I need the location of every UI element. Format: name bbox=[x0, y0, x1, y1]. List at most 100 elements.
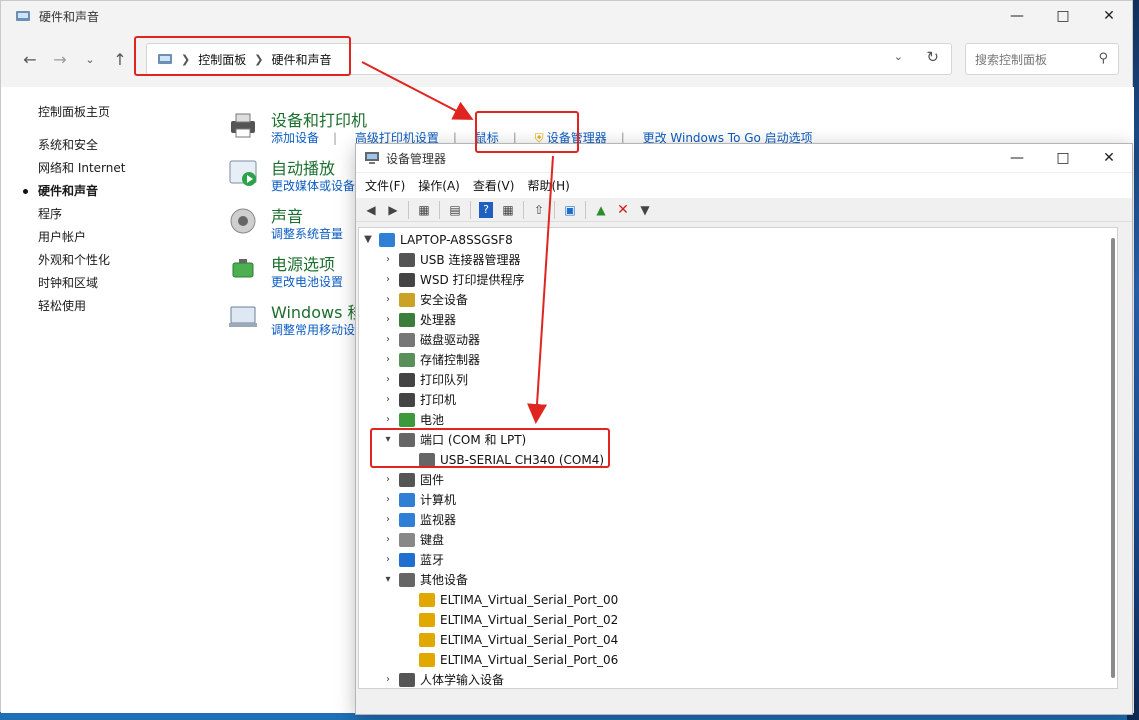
nav-user-accounts[interactable]: 用户帐户 bbox=[21, 226, 201, 249]
chevron-right-icon[interactable]: › bbox=[381, 510, 395, 530]
menu-action[interactable]: 操作(A) bbox=[415, 177, 470, 194]
tree-category[interactable]: › 计算机 bbox=[381, 490, 456, 510]
tree-category[interactable]: ▾ 其他设备 bbox=[381, 570, 468, 590]
tree-category[interactable]: › 固件 bbox=[381, 470, 444, 490]
back-arrow-icon[interactable]: ← bbox=[15, 44, 45, 74]
tree-device[interactable]: ELTIMA_Virtual_Serial_Port_02 bbox=[415, 610, 618, 630]
scan-hardware-icon[interactable]: ▣ bbox=[559, 200, 581, 220]
back-arrow-icon[interactable]: ◀ bbox=[360, 200, 382, 220]
chevron-right-icon[interactable]: › bbox=[381, 350, 395, 370]
help-icon[interactable]: ? bbox=[479, 201, 493, 218]
category-title[interactable]: 设备和打印机 bbox=[271, 107, 367, 131]
tree-category[interactable]: › 监视器 bbox=[381, 510, 456, 530]
tree-category[interactable]: › 打印队列 bbox=[381, 370, 468, 390]
minimize-button[interactable]: — bbox=[994, 1, 1040, 31]
warning-device-icon bbox=[419, 593, 435, 607]
uninstall-device-icon[interactable]: ✕ bbox=[612, 200, 634, 220]
tree-category[interactable]: › 键盘 bbox=[381, 530, 444, 550]
add-device-link[interactable]: 添加设备 bbox=[271, 131, 319, 145]
window-title: 设备管理器 bbox=[386, 151, 447, 166]
menu-help[interactable]: 帮助(H) bbox=[524, 177, 579, 194]
tree-category[interactable]: › 处理器 bbox=[381, 310, 456, 330]
chevron-right-icon[interactable]: › bbox=[381, 490, 395, 510]
horizontal-scrollbar[interactable] bbox=[358, 692, 1118, 708]
tree-device[interactable]: ELTIMA_Virtual_Serial_Port_00 bbox=[415, 590, 618, 610]
change-battery-settings-link[interactable]: 更改电池设置 bbox=[271, 275, 343, 289]
chevron-right-icon[interactable]: › bbox=[381, 310, 395, 330]
address-dropdown-icon[interactable]: ⌄ bbox=[894, 50, 903, 63]
refresh-icon[interactable]: ↻ bbox=[926, 48, 939, 66]
nav-system-security[interactable]: 系统和安全 bbox=[21, 134, 201, 157]
category-title[interactable]: 电源选项 bbox=[271, 251, 335, 275]
category-links: 更改电池设置 bbox=[271, 273, 357, 290]
battery-icon bbox=[232, 259, 254, 278]
show-hide-tree-icon[interactable]: ▦ bbox=[413, 200, 435, 220]
tree-device-label: ELTIMA_Virtual_Serial_Port_06 bbox=[440, 653, 619, 667]
chevron-right-icon[interactable]: › bbox=[381, 330, 395, 350]
adjust-volume-link[interactable]: 调整系统音量 bbox=[271, 227, 343, 241]
tree-device[interactable]: ELTIMA_Virtual_Serial_Port_06 bbox=[415, 650, 618, 670]
tree-category[interactable]: › 安全设备 bbox=[381, 290, 468, 310]
close-button[interactable]: ✕ bbox=[1086, 1, 1132, 31]
tree-category[interactable]: › 存储控制器 bbox=[381, 350, 480, 370]
download-icon[interactable]: ▼ bbox=[634, 200, 656, 220]
nav-hardware-sound[interactable]: 硬件和声音 bbox=[21, 180, 201, 203]
chevron-down-icon[interactable]: ▾ bbox=[381, 570, 395, 590]
category-title[interactable]: 自动播放 bbox=[271, 155, 335, 179]
chevron-right-icon[interactable]: › bbox=[381, 390, 395, 410]
tree-root[interactable]: ▼ LAPTOP-A8SSGSF8 bbox=[361, 230, 513, 250]
device-category-icon bbox=[399, 553, 415, 567]
tree-category[interactable]: › WSD 打印提供程序 bbox=[381, 270, 525, 290]
close-button[interactable]: ✕ bbox=[1086, 144, 1132, 172]
tree-category[interactable]: › 磁盘驱动器 bbox=[381, 330, 480, 350]
up-arrow-icon[interactable]: ↑ bbox=[105, 44, 135, 74]
forward-arrow-icon[interactable]: → bbox=[45, 44, 75, 74]
control-panel-home-link[interactable]: 控制面板主页 bbox=[21, 101, 201, 124]
chevron-right-icon[interactable]: › bbox=[381, 250, 395, 270]
maximize-button[interactable]: □ bbox=[1040, 144, 1086, 172]
menu-file[interactable]: 文件(F) bbox=[362, 177, 415, 194]
search-icon[interactable]: ⚲ bbox=[1098, 51, 1108, 66]
tree-category[interactable]: › 电池 bbox=[381, 410, 444, 430]
chevron-right-icon[interactable]: › bbox=[381, 670, 395, 688]
nav-appearance[interactable]: 外观和个性化 bbox=[21, 249, 201, 272]
view-icon[interactable]: ▦ bbox=[497, 200, 519, 220]
device-category-icon bbox=[399, 573, 415, 587]
category-title[interactable]: 声音 bbox=[271, 203, 303, 227]
tree-device[interactable]: ELTIMA_Virtual_Serial_Port_04 bbox=[415, 630, 618, 650]
device-category-icon bbox=[399, 513, 415, 527]
vertical-scrollbar[interactable] bbox=[1111, 238, 1115, 678]
chevron-right-icon[interactable]: › bbox=[381, 470, 395, 490]
warning-device-icon bbox=[419, 653, 435, 667]
add-driver-icon[interactable]: ▲ bbox=[590, 200, 612, 220]
nav-network-internet[interactable]: 网络和 Internet bbox=[21, 157, 201, 180]
nav-programs[interactable]: 程序 bbox=[21, 203, 201, 226]
nav-ease-of-access[interactable]: 轻松使用 bbox=[21, 295, 201, 318]
device-category-icon bbox=[399, 533, 415, 547]
toolbar-separator bbox=[585, 200, 586, 219]
tree-category[interactable]: › 人体学输入设备 bbox=[381, 670, 504, 688]
recent-locations-chevron-icon[interactable]: ⌄ bbox=[75, 44, 105, 74]
chevron-down-icon[interactable]: ▼ bbox=[361, 230, 375, 250]
device-category-icon bbox=[399, 273, 415, 287]
search-input[interactable]: 搜索控制面板 ⚲ bbox=[965, 43, 1119, 75]
maximize-button[interactable]: □ bbox=[1040, 1, 1086, 31]
chevron-right-icon[interactable]: › bbox=[381, 550, 395, 570]
tree-category-label: 磁盘驱动器 bbox=[420, 333, 481, 347]
forward-arrow-icon[interactable]: ▶ bbox=[382, 200, 404, 220]
chevron-right-icon[interactable]: › bbox=[381, 530, 395, 550]
tree-category[interactable]: › 蓝牙 bbox=[381, 550, 444, 570]
nav-clock-region[interactable]: 时钟和区域 bbox=[21, 272, 201, 295]
update-driver-icon[interactable]: ⇧ bbox=[528, 200, 550, 220]
properties-icon[interactable]: ▤ bbox=[444, 200, 466, 220]
title-bar: 硬件和声音 — □ ✕ bbox=[1, 1, 1132, 31]
menu-view[interactable]: 查看(V) bbox=[470, 177, 525, 194]
chevron-right-icon[interactable]: › bbox=[381, 410, 395, 430]
tree-category[interactable]: › USB 连接器管理器 bbox=[381, 250, 520, 270]
chevron-right-icon[interactable]: › bbox=[381, 290, 395, 310]
tree-category[interactable]: › 打印机 bbox=[381, 390, 456, 410]
adjust-mobility-settings-link[interactable]: 调整常用移动设置 bbox=[271, 323, 367, 337]
chevron-right-icon[interactable]: › bbox=[381, 270, 395, 290]
chevron-right-icon[interactable]: › bbox=[381, 370, 395, 390]
minimize-button[interactable]: — bbox=[994, 144, 1040, 172]
